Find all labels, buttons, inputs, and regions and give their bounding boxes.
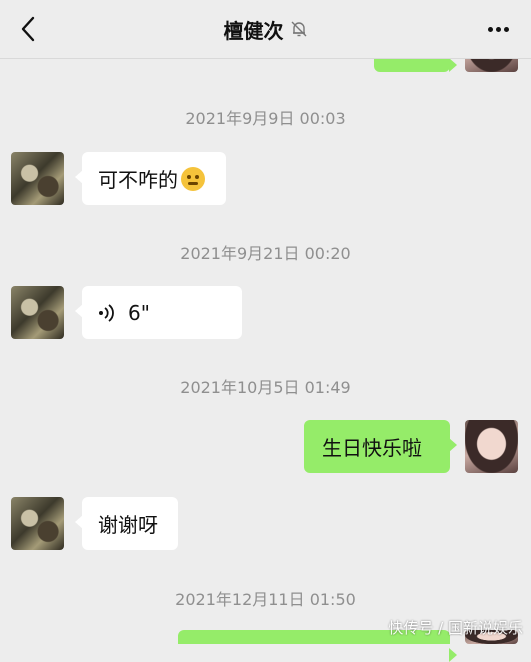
more-dot (495, 26, 501, 32)
chat-title-group: 檀健次 (0, 14, 531, 44)
message-bubble[interactable]: 生日快乐啦 (304, 420, 457, 473)
more-dot (487, 26, 493, 32)
chat-title: 檀健次 (223, 18, 284, 43)
contact-avatar[interactable] (11, 497, 64, 550)
message-text: 可不咋的 (98, 168, 178, 192)
contact-avatar[interactable] (11, 152, 64, 205)
more-options-button[interactable] (483, 14, 513, 44)
chat-header: 檀健次 (0, 0, 531, 59)
voice-duration: 6" (128, 300, 150, 325)
more-dot (503, 26, 509, 32)
timestamp: 2021年10月5日 01:49 (180, 378, 351, 397)
message-bubble[interactable]: 可不咋的 (75, 152, 226, 205)
self-avatar[interactable] (465, 420, 518, 473)
timestamp: 2021年12月11日 01:50 (175, 590, 356, 609)
message-bubble[interactable]: 谢谢呀 (75, 497, 178, 550)
voice-message-bubble[interactable]: 6" (75, 286, 242, 339)
timestamp: 2021年9月9日 00:03 (185, 109, 346, 128)
voice-message: 6" (98, 301, 150, 325)
message-text: 生日快乐啦 (322, 436, 422, 460)
message-text: 谢谢呀 (98, 513, 158, 537)
watermark: 快传号 / 国新说娱乐 (388, 619, 523, 637)
thinking-face-emoji (181, 166, 205, 191)
timestamp: 2021年9月21日 00:20 (180, 244, 351, 263)
bell-muted-icon (291, 21, 306, 37)
contact-avatar[interactable] (11, 286, 64, 339)
voice-wave-icon (99, 303, 114, 322)
